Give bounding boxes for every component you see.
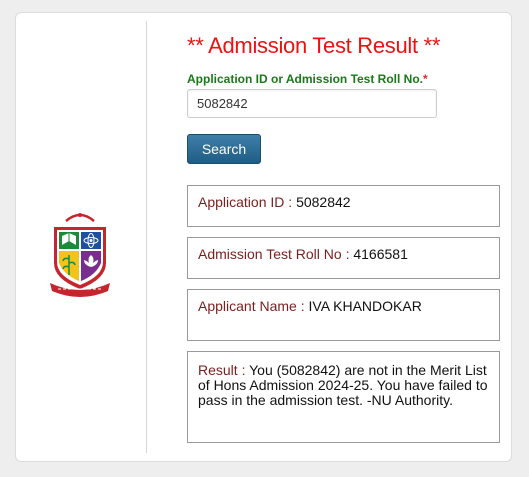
result-form: ** Admission Test Result ** Application … [187,13,501,461]
logo-column [16,13,147,461]
roll-number-box: Admission Test Roll No : 4166581 [187,237,500,279]
roll-number-value: 4166581 [353,246,408,262]
roll-field-label-text: Application ID or Admission Test Roll No… [187,72,424,86]
page-title: ** Admission Test Result ** [187,33,441,58]
result-panel: ** Admission Test Result ** Application … [15,12,512,462]
application-id-label: Application ID : [198,194,293,210]
applicant-name-box: Applicant Name : IVA KHANDOKAR [187,289,500,341]
roll-number-input[interactable] [187,89,437,118]
national-university-logo-icon [48,205,112,301]
vertical-divider [146,21,147,453]
applicant-name-value: IVA KHANDOKAR [308,298,422,314]
result-label: Result : [198,362,246,378]
roll-field-label: Application ID or Admission Test Roll No… [187,72,428,86]
result-box: Result : You (5082842) are not in the Me… [187,351,500,443]
required-mark: * [423,72,428,86]
applicant-name-label: Applicant Name : [198,298,305,314]
search-button[interactable]: Search [187,134,261,164]
roll-number-label: Admission Test Roll No : [198,246,350,262]
application-id-box: Application ID : 5082842 [187,185,500,227]
application-id-value: 5082842 [296,194,351,210]
